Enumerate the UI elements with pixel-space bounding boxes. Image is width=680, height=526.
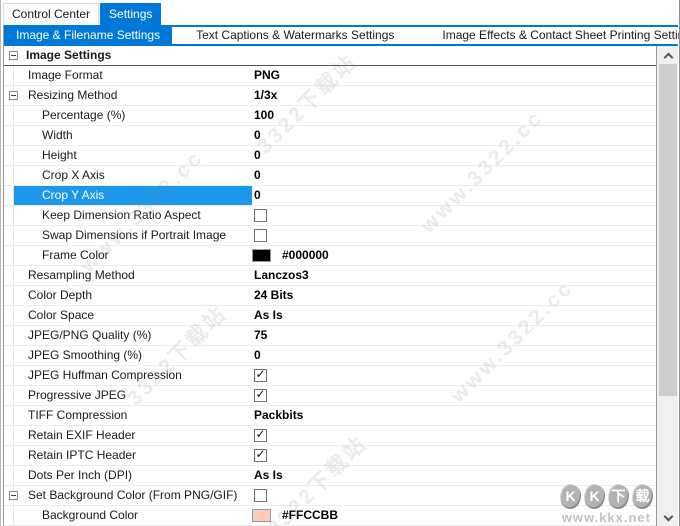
checkbox-checked[interactable] [254,429,267,442]
property-row-color-space[interactable]: Color Space As Is [4,306,656,326]
property-row-percentage[interactable]: Percentage (%) 100 [4,106,656,126]
property-grid: Image Settings Image FormatPNGResizing M… [4,46,656,526]
group-header-label: Image Settings [26,46,111,65]
property-value[interactable]: 1/3x [254,86,277,105]
property-row-retain-iptc-header[interactable]: Retain IPTC Header [4,446,656,466]
tab-image-filename-settings[interactable]: Image & Filename Settings [4,27,172,44]
primary-tab-bar: Control CenterSettings [3,0,678,25]
scrollbar-thumb[interactable] [659,64,677,396]
property-row-crop-x-axis[interactable]: Crop X Axis 0 [4,166,656,186]
property-row-progressive-jpeg[interactable]: Progressive JPEG [4,386,656,406]
property-row-width[interactable]: Width 0 [4,126,656,146]
property-value[interactable]: 0 [254,346,261,365]
property-value[interactable]: Lanczos3 [254,266,309,285]
property-label: Resampling Method [28,266,135,285]
checkbox-unchecked[interactable] [254,229,267,242]
property-label: Crop X Axis [42,166,105,185]
property-label: Resizing Method [28,86,117,105]
collapse-icon[interactable] [9,51,18,60]
collapse-icon[interactable] [9,91,18,100]
property-row-resizing-method[interactable]: Resizing Method 1/3x [4,86,656,106]
tab-control-center[interactable]: Control Center [3,3,99,25]
color-swatch[interactable] [252,249,271,262]
vertical-scrollbar[interactable] [656,46,678,526]
property-label: JPEG/PNG Quality (%) [28,326,151,345]
property-value[interactable]: 0 [254,186,261,205]
property-label: Width [42,126,73,145]
property-label: Color Depth [28,286,92,305]
property-value[interactable]: As Is [254,306,283,325]
chevron-up-icon [664,53,674,63]
secondary-tab-bar: Image & Filename SettingsText Captions &… [4,25,678,46]
tab-settings[interactable]: Settings [100,3,161,25]
property-row-swap-dimensions-if-portrait-image[interactable]: Swap Dimensions if Portrait Image [4,226,656,246]
checkbox-checked[interactable] [254,389,267,402]
group-header-row-image-settings[interactable]: Image Settings [4,46,656,66]
property-value[interactable]: Packbits [254,406,303,425]
property-row-jpeg-huffman-compression[interactable]: JPEG Huffman Compression [4,366,656,386]
property-label: Set Background Color (From PNG/GIF) [28,486,237,505]
property-row-jpeg-smoothing[interactable]: JPEG Smoothing (%) 0 [4,346,656,366]
chevron-down-icon [664,512,674,522]
color-swatch[interactable] [252,509,271,522]
property-label: Progressive JPEG [28,386,126,405]
property-row-frame-color[interactable]: Frame Color #000000 [4,246,656,266]
property-value[interactable]: #000000 [282,246,329,265]
tab-text-captions-watermarks-settings[interactable]: Text Captions & Watermarks Settings [172,27,418,44]
property-label: Frame Color [42,246,109,265]
checkbox-checked[interactable] [254,449,267,462]
collapse-icon[interactable] [9,491,18,500]
property-label: Height [42,146,77,165]
property-value[interactable]: #FFCCBB [282,506,338,525]
property-value[interactable]: PNG [254,66,280,85]
property-row-jpeg-png-quality[interactable]: JPEG/PNG Quality (%) 75 [4,326,656,346]
property-label: Crop Y Axis [42,186,104,205]
property-value[interactable]: 100 [254,106,274,125]
property-label: TIFF Compression [28,406,127,425]
property-label: Percentage (%) [42,106,125,125]
property-label: Retain EXIF Header [28,426,135,445]
scroll-down-button[interactable] [658,509,678,526]
checkbox-unchecked[interactable] [254,209,267,222]
settings-page: Image & Filename SettingsText Captions &… [3,25,678,526]
property-label: Background Color [42,506,138,525]
property-row-set-background-color-from-png-gif[interactable]: Set Background Color (From PNG/GIF) [4,486,656,506]
property-label: JPEG Smoothing (%) [28,346,142,365]
property-rows: Image FormatPNGResizing Method1/3xPercen… [4,66,656,526]
property-value[interactable]: 75 [254,326,267,345]
settings-window: Control CenterSettings Image & Filename … [0,0,680,526]
property-value[interactable]: 24 Bits [254,286,293,305]
property-row-color-depth[interactable]: Color Depth 24 Bits [4,286,656,306]
property-label: Retain IPTC Header [28,446,136,465]
property-label: Color Space [28,306,94,325]
property-value[interactable]: 0 [254,146,261,165]
property-value[interactable]: As Is [254,466,283,485]
property-row-retain-exif-header[interactable]: Retain EXIF Header [4,426,656,446]
property-label: Swap Dimensions if Portrait Image [42,226,226,245]
property-label: Dots Per Inch (DPI) [28,466,132,485]
property-row-crop-y-axis[interactable]: Crop Y Axis 0 [4,186,656,206]
property-row-resampling-method[interactable]: Resampling Method Lanczos3 [4,266,656,286]
property-row-height[interactable]: Height 0 [4,146,656,166]
property-row-dots-per-inch-dpi[interactable]: Dots Per Inch (DPI) As Is [4,466,656,486]
property-label: JPEG Huffman Compression [28,366,182,385]
property-row-background-color[interactable]: Background Color #FFCCBB [4,506,656,526]
property-label: Keep Dimension Ratio Aspect [42,206,201,225]
property-row-tiff-compression[interactable]: TIFF Compression Packbits [4,406,656,426]
checkbox-checked[interactable] [254,369,267,382]
checkbox-unchecked[interactable] [254,489,267,502]
tab-image-effects-contact-sheet-printing-settings[interactable]: Image Effects & Contact Sheet Printing S… [418,27,680,44]
property-value[interactable]: 0 [254,126,261,145]
property-row-image-format[interactable]: Image Format PNG [4,66,656,86]
property-value[interactable]: 0 [254,166,261,185]
property-row-keep-dimension-ratio-aspect[interactable]: Keep Dimension Ratio Aspect [4,206,656,226]
property-label: Image Format [28,66,103,85]
scroll-up-button[interactable] [658,46,678,63]
